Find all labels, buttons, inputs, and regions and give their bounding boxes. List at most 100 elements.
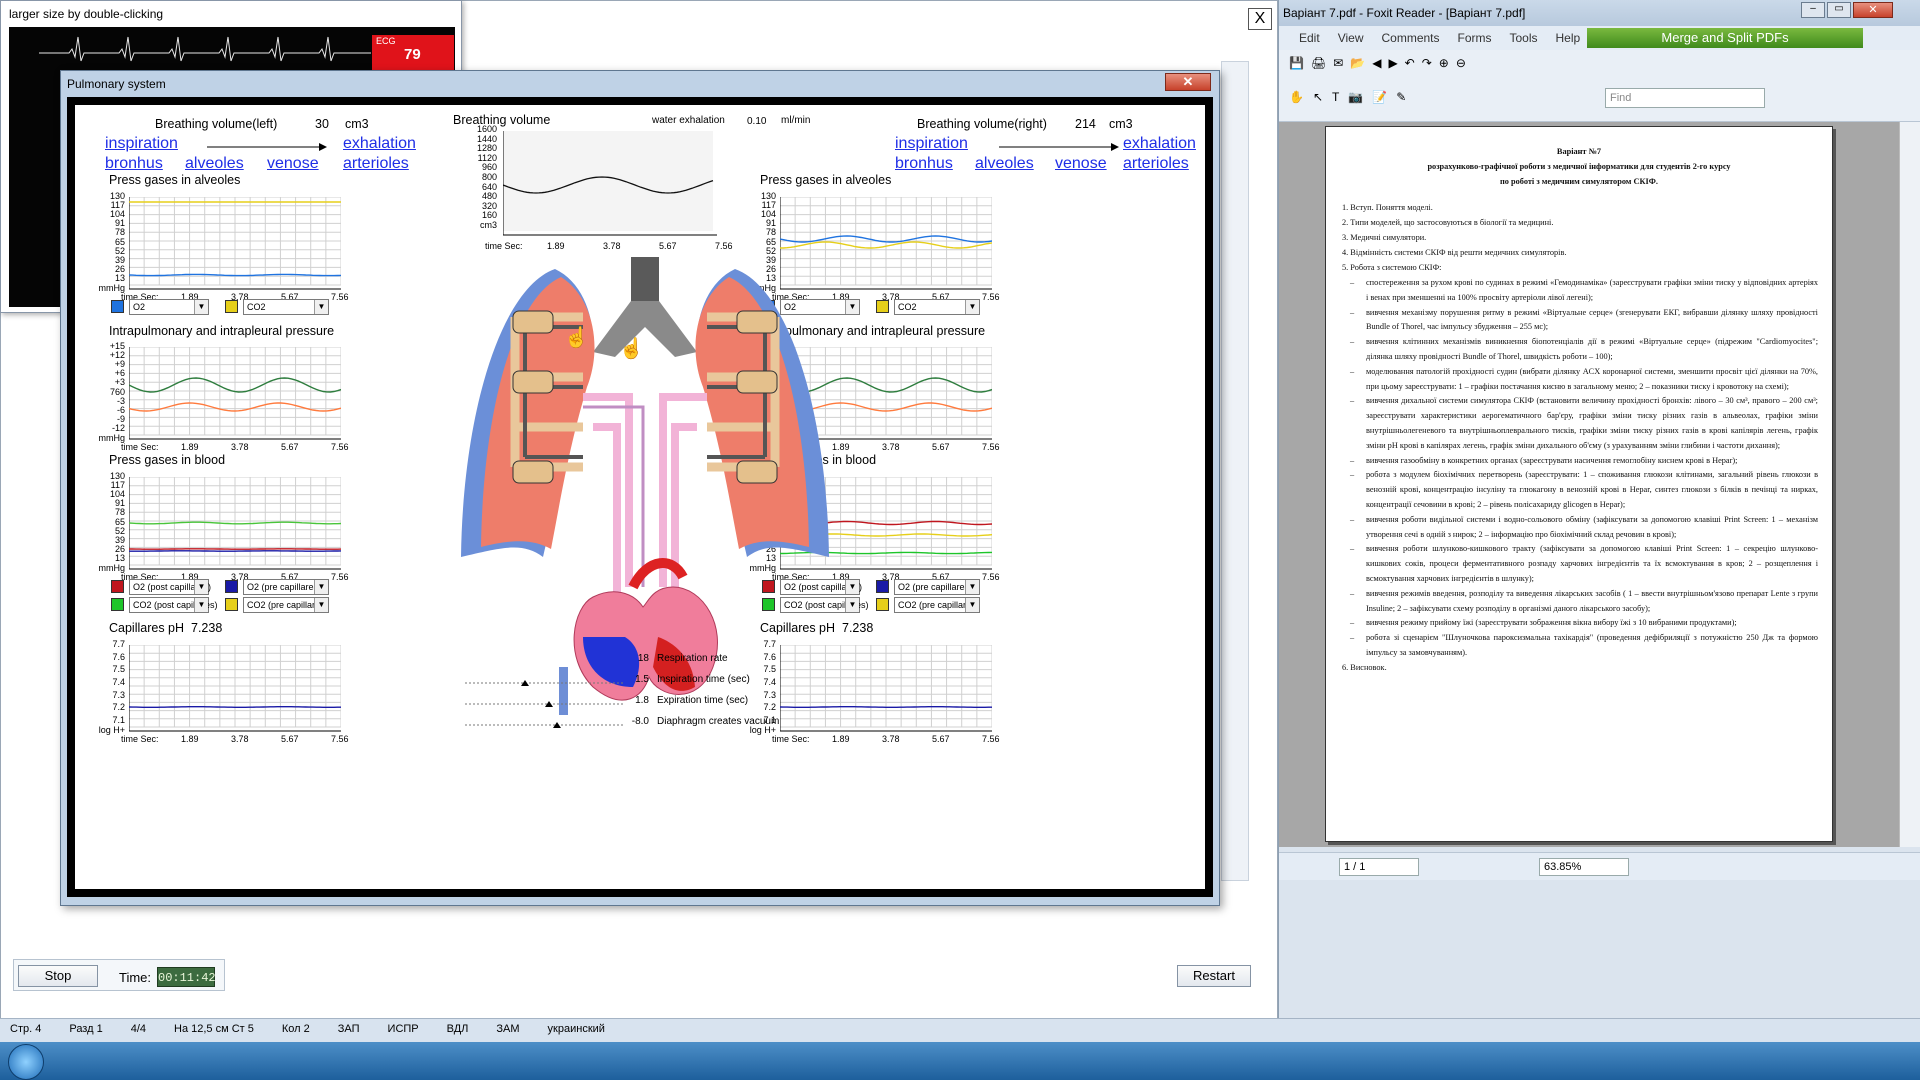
left-pressure-chart-xtick: 1.89: [181, 442, 199, 452]
menu-item[interactable]: View: [1338, 31, 1364, 45]
left-blood-select-2[interactable]: O2 (pre capillares) ▼: [243, 579, 329, 595]
doc-heading-2: розрахунково-графічної роботи з медичної…: [1427, 162, 1731, 171]
right-link-inspiration[interactable]: inspiration: [895, 135, 968, 153]
left-alveoles-select-o2-swatch: [111, 300, 124, 313]
chevron-down-icon: ▼: [194, 580, 208, 594]
zoom-select[interactable]: 63.85%: [1539, 858, 1629, 876]
pulmonary-title: Pulmonary system: [67, 77, 166, 91]
merge-split-banner[interactable]: Merge and Split PDFs: [1587, 28, 1863, 48]
open-icon[interactable]: 📂: [1350, 56, 1365, 70]
left-blood-select-1[interactable]: O2 (post capillares) ▼: [129, 579, 211, 595]
save-icon[interactable]: 💾: [1289, 56, 1304, 70]
bv-ytick: 1600: [476, 124, 497, 134]
right-link-bronhus[interactable]: bronhus: [895, 155, 953, 173]
left-blood-select-3[interactable]: CO2 (post capillares) ▼: [129, 597, 218, 613]
minimize-button[interactable]: ‒: [1801, 2, 1825, 18]
menu-item[interactable]: Help: [1556, 31, 1581, 45]
right-link-alveoles[interactable]: alveoles: [975, 155, 1034, 173]
menu-item[interactable]: Forms: [1458, 31, 1492, 45]
bv-ytick: 1440: [476, 133, 497, 144]
left-link-alveoles[interactable]: alveoles: [185, 155, 244, 173]
bv-xtick: 7.56: [715, 241, 733, 251]
right-blood-select-2[interactable]: O2 (pre capillares) ▼: [894, 579, 980, 595]
back-icon[interactable]: ◀: [1372, 56, 1381, 70]
lungs-heart-diagram: ☝ ☝: [461, 257, 829, 715]
zoom-in-icon[interactable]: ⊕: [1439, 56, 1449, 70]
print-icon[interactable]: 🖨: [1311, 56, 1326, 70]
hand-tool-icon[interactable]: ✋: [1289, 90, 1304, 104]
chevron-down-icon: ▼: [314, 580, 328, 594]
right-pressure-chart-xtick: 3.78: [882, 442, 900, 452]
right-link-exhalation[interactable]: exhalation: [1123, 135, 1196, 153]
pulmonary-close-button[interactable]: ✕: [1165, 73, 1211, 91]
left-link-bronhus[interactable]: bronhus: [105, 155, 163, 173]
left-ph-chart-ytick: 7.2: [112, 702, 125, 713]
menu-item[interactable]: Tools: [1510, 31, 1538, 45]
left-blood-select-4[interactable]: CO2 (pre capillares) ▼: [243, 597, 329, 613]
right-ph-chart-xtick: 7.56: [982, 734, 1000, 744]
doc-bullet: спостереження за рухом крові по судинах …: [1366, 278, 1818, 302]
find-input[interactable]: Find: [1605, 88, 1765, 108]
foxit-close-button[interactable]: ✕: [1853, 2, 1893, 18]
left-link-venose[interactable]: venose: [267, 155, 319, 173]
time-label: Time:: [119, 970, 152, 985]
doc-bullet-dash: –: [1350, 455, 1355, 465]
doc-bullet: робота зі сценарієм "Шлуночкова пароксиз…: [1366, 633, 1818, 657]
vertical-scrollbar[interactable]: [1899, 122, 1920, 847]
left-link-exhalation[interactable]: exhalation: [343, 135, 416, 153]
maximize-button[interactable]: ▭: [1827, 2, 1851, 18]
note-icon[interactable]: 📝: [1372, 90, 1387, 104]
left-ph-title: Capillares pH: [109, 621, 185, 635]
right-link-arterioles[interactable]: arterioles: [1123, 155, 1189, 173]
right-link-venose[interactable]: venose: [1055, 155, 1107, 173]
left-alveoles-select-o2[interactable]: O2 ▼: [129, 299, 209, 315]
ecg-window-title: larger size by double-clicking: [9, 7, 164, 21]
page-number-input[interactable]: 1 / 1: [1339, 858, 1419, 876]
forward-icon[interactable]: ▶: [1388, 56, 1397, 70]
redo-icon[interactable]: ↷: [1422, 56, 1432, 70]
pdf-page: Варіант №7 розрахунково-графічної роботи…: [1325, 126, 1833, 842]
doc-bullet: вивчення роботи шлунково-кишкового тракт…: [1366, 544, 1818, 583]
left-link-inspiration[interactable]: inspiration: [105, 135, 178, 153]
close-button[interactable]: X: [1248, 8, 1272, 30]
pulmonary-window[interactable]: Pulmonary system ✕ Breathing volume(left…: [60, 70, 1220, 906]
undo-icon[interactable]: ↶: [1405, 56, 1415, 70]
stop-button[interactable]: Stop: [18, 965, 98, 987]
right-blood-select-2-swatch: [876, 580, 889, 593]
param-slider[interactable]: [465, 720, 623, 730]
zoom-out-icon[interactable]: ⊖: [1456, 56, 1466, 70]
param-value: 1.5: [635, 674, 649, 685]
right-blood-select-4[interactable]: CO2 (pre capillares) ▼: [894, 597, 980, 613]
doc-bullet-dash: –: [1350, 470, 1355, 480]
status-item: ЗАП: [337, 1023, 360, 1035]
snapshot-icon[interactable]: 📷: [1348, 90, 1363, 104]
select-tool-icon[interactable]: ↖: [1313, 90, 1323, 104]
highlight-icon[interactable]: ✎: [1396, 90, 1406, 104]
bv-ytick: 1280: [476, 143, 497, 154]
email-icon[interactable]: ✉: [1333, 56, 1343, 70]
start-button[interactable]: [8, 1044, 44, 1080]
bv-ytick: 320: [481, 200, 497, 211]
text-tool-icon[interactable]: T: [1332, 90, 1339, 104]
left-ph-chart-xtick: 5.67: [281, 734, 299, 744]
menu-item[interactable]: Comments: [1381, 31, 1439, 45]
param-label: Respiration rate: [657, 653, 728, 664]
param-slider[interactable]: [465, 699, 623, 709]
pulmonary-canvas: Breathing volume(left) 30 cm3 inspiratio…: [75, 105, 1205, 889]
doc-bullet: робота з модулем біохімічних перетворень…: [1366, 470, 1818, 509]
toolbar-row-1: 💾 🖨 ✉ 📂 ◀ ▶ ↶ ↷ ⊕ ⊖: [1289, 56, 1466, 70]
left-link-arterioles[interactable]: arterioles: [343, 155, 409, 173]
status-item: 4/4: [130, 1023, 147, 1035]
left-pressure-chart-time-label: time Sec:: [121, 442, 159, 452]
foxit-reader-window: Варіант 7.pdf - Foxit Reader - [Варіант …: [1278, 0, 1920, 1040]
right-alveoles-select-co2[interactable]: CO2 ▼: [894, 299, 980, 315]
param-value: 18: [637, 653, 649, 664]
bv-ytick: cm3: [479, 220, 497, 230]
left-alveoles-select-co2[interactable]: CO2 ▼: [243, 299, 329, 315]
menu-item[interactable]: Edit: [1299, 31, 1320, 45]
breathing-volume-chart: 1600 1440 1280 1120 960 800 640 480 320 160 cm3 tim…: [475, 124, 775, 255]
param-slider[interactable]: [465, 678, 623, 688]
left-breathing-label: Breathing volume(left): [155, 117, 278, 131]
chevron-down-icon: ▼: [194, 300, 208, 314]
restart-button[interactable]: Restart: [1177, 965, 1251, 987]
